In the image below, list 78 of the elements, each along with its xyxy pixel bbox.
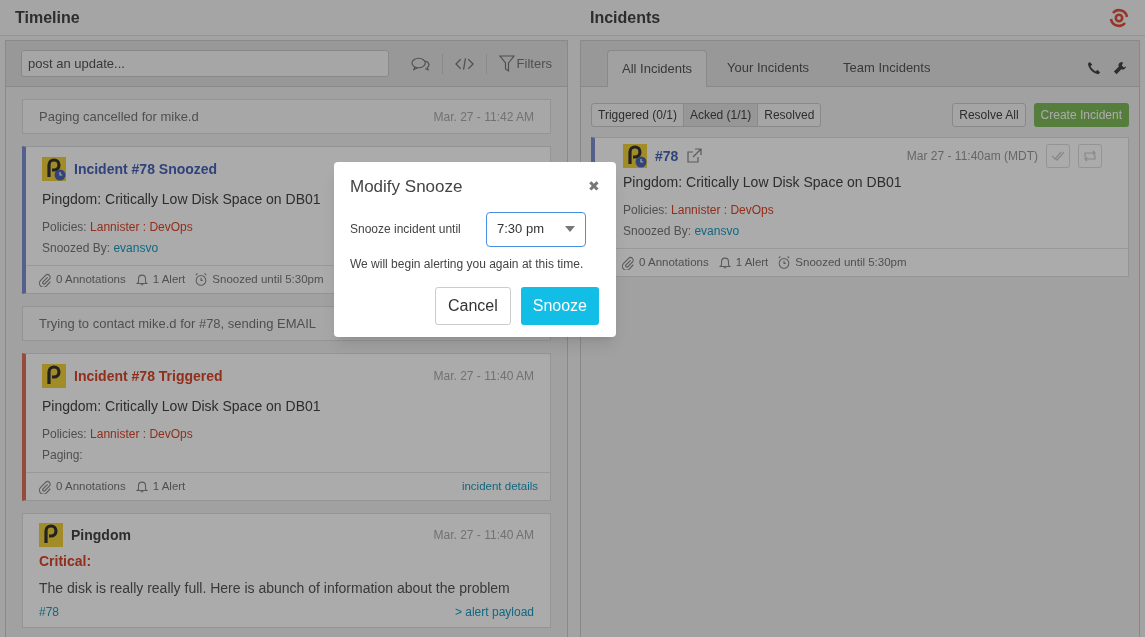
wrench-icon[interactable] [1113,60,1127,75]
bell-icon [134,272,149,287]
alarm-clock-icon [777,255,792,270]
status-filter-button[interactable]: Resolved [757,103,822,127]
snoozed-until-text: Snoozed until 5:30pm [795,254,907,270]
source-logo-icon [39,523,63,547]
alert-payload-link[interactable]: > alert payload [454,603,534,621]
bell-icon [134,479,149,494]
annotations-count: 0 Annotations [56,478,126,494]
double-check-icon [1051,151,1065,161]
incidents-heading: Incidents [590,7,661,28]
user-link[interactable]: evansvo [694,224,740,238]
notice-text: Trying to contact mike.d for #78, sending EMAIL [39,314,316,333]
incidents-tab[interactable]: Team Incidents [829,49,945,86]
entry-time: Mar. 27 - 11:40 AM [433,527,534,544]
loop-arrows-icon [1083,150,1097,162]
filters-button[interactable]: Filters [498,53,552,74]
user-link[interactable]: evansvo [113,241,159,255]
policies-label: Policies: [623,203,668,217]
detail-label: Paging: [42,448,83,462]
incident-summary: Pingdom: Critically Low Disk Space on DB01 [42,190,322,209]
snoozed-source-icon [623,144,647,168]
app-logo-icon [1108,6,1130,29]
phone-icon[interactable] [1087,60,1101,75]
annotations-count: 0 Annotations [56,271,126,287]
entry-time: Mar. 27 - 11:40 AM [433,368,534,385]
incident-title[interactable]: Incident #78 Snoozed [74,158,218,180]
policies-label: Policies: [42,427,87,441]
detail-label: Snoozed By: [42,241,111,255]
cancel-button[interactable]: Cancel [434,286,511,325]
acknowledge-button[interactable] [1046,144,1070,168]
policies-label: Policies: [42,220,87,234]
alert-message: The disk is really really full. Here is abunch of information about the problem [39,579,511,598]
alerts-count: 1 Alert [152,478,186,494]
funnel-icon [498,54,515,73]
annotations-count: 0 Annotations [639,254,709,270]
policy-link[interactable]: Lannister : DevOps [671,203,774,217]
incidents-tab[interactable]: All Incidents [607,50,708,87]
incident-summary: Pingdom: Critically Low Disk Space on DB01 [623,173,903,192]
policy-link[interactable]: Lannister : DevOps [90,427,193,441]
bell-icon [717,255,732,270]
paperclip-icon [38,272,52,287]
incident-number-link[interactable]: #78 [655,145,679,167]
incident-link[interactable]: #78 [39,603,60,621]
alert-severity: Critical: [39,552,93,571]
paperclip-icon [621,255,635,270]
alarm-clock-icon [194,272,209,287]
incidents-tab[interactable]: Your Incidents [713,49,823,86]
incident-details-link[interactable]: incident details [461,477,538,496]
status-filter-button[interactable]: Acked (1/1) [682,103,759,127]
policy-link[interactable]: Lannister : DevOps [90,220,193,234]
status-filter-button[interactable]: Triggered (0/1) [591,103,684,127]
close-button[interactable]: ✖ [588,176,600,198]
external-link-icon[interactable] [686,148,703,164]
resolve-all-button[interactable]: Resolve All [952,103,1026,127]
snoozed-until-text: Snoozed until 5:30pm [212,271,324,287]
detail-label: Snoozed By: [623,224,692,238]
time-select[interactable]: 7:30 pm [486,211,586,247]
alerts-count: 1 Alert [152,271,186,287]
caret-icon [565,226,575,232]
timeline-heading: Timeline [15,7,80,28]
incident-summary: Pingdom: Critically Low Disk Space on DB01 [42,397,322,416]
comments-icon[interactable] [410,55,430,72]
notice-text: Paging cancelled for mike.d [39,107,199,126]
paperclip-icon [38,479,52,494]
dialog-title: Modify Snooze [350,176,463,198]
code-icon[interactable] [454,55,474,72]
snoozed-source-icon [42,157,66,181]
snooze-until-label: Snooze incident until [350,221,461,238]
incident-time: Mar 27 - 11:40am (MDT) [906,148,1038,165]
post-update-field[interactable]: post an update... [21,50,389,77]
alerts-count: 1 Alert [735,254,769,270]
snooze-button[interactable]: Snooze [520,286,599,325]
create-incident-button[interactable]: Create Incident [1033,103,1129,127]
incident-title[interactable]: Incident #78 Triggered [74,365,223,387]
source-logo-icon [42,364,66,388]
alert-source: Pingdom [71,525,131,545]
dialog-note: We will begin alerting you again at this time. [350,255,585,273]
